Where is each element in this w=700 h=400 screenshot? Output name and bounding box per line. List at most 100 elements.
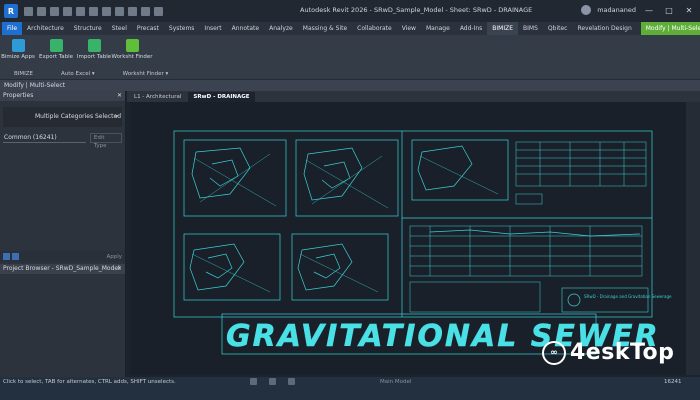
project-browser-header: Project Browser - SRwD_Sample_Model ✕ [0,264,125,274]
title-block [561,287,649,313]
edit-type-button[interactable]: Edit Type [89,133,122,149]
measure-icon[interactable] [89,6,98,16]
undo-icon[interactable] [50,6,59,16]
revit-logo-icon[interactable]: R [4,4,18,18]
minimize-icon[interactable]: — [642,4,656,16]
import-table-label: Import Table [76,54,112,60]
properties-title: Properties [3,92,34,99]
schedule-table-1 [515,141,647,187]
active-model[interactable]: Main Model [380,379,411,385]
properties-close-icon[interactable]: ✕ [117,91,122,101]
selection-count: 16241 [664,379,682,385]
tab-modify-multi-select[interactable]: Modify | Multi-Select [640,22,700,35]
sheet-drawing: SRwD - Drainage and Gravitation Sewerage… [173,130,672,355]
tab-structure[interactable]: Structure [69,22,107,35]
tab-file[interactable]: File [2,22,23,35]
tab-systems[interactable]: Systems [164,22,200,35]
profile-section [409,225,643,277]
import-table-button[interactable]: Import Table [76,39,112,60]
tab-collaborate[interactable]: Collaborate [352,22,397,35]
view-tab-l1-architectural[interactable]: L1 - Architectural [129,92,186,102]
bimize-apps-button[interactable]: Bimize Apps [1,39,35,60]
view-tabs: L1 - Architectural SRwD - DRAINAGE [127,91,700,102]
worksets-icon[interactable] [250,378,257,385]
tab-add-ins[interactable]: Add-Ins [455,22,487,35]
ribbon-tabs: File Architecture Structure Steel Precas… [0,22,700,35]
redo-icon[interactable] [63,6,72,16]
ribbon: Bimize Apps Export Table Import Table Wo… [0,35,700,80]
3d-view-icon[interactable] [115,6,124,16]
tab-manage[interactable]: Manage [421,22,455,35]
panel-worksht-finder[interactable]: Worksht Finder ▾ [109,71,183,77]
window-title: Autodesk Revit 2026 - SRwD_Sample_Model … [300,6,533,14]
tab-view[interactable]: View [397,22,421,35]
watermark-text: 4eskTop [570,340,675,365]
tab-insert[interactable]: Insert [199,22,226,35]
quick-access-toolbar [24,6,163,16]
type-selector-value: Multiple Categories Selected [35,113,121,120]
tab-precast[interactable]: Precast [132,22,164,35]
worksht-finder-label: Worksht Finder [111,54,153,60]
watermark: ∞ 4eskTop [542,340,674,365]
title-bar: R Autodesk Revit 2026 - SRwD_Sample_Mode… [0,0,700,22]
tab-massing-site[interactable]: Massing & Site [298,22,352,35]
properties-header: Properties ✕ [0,91,125,101]
worksht-finder-icon [125,39,139,52]
tab-bims[interactable]: BIMS [518,22,543,35]
maximize-icon[interactable]: □ [662,4,676,16]
status-hint: Click to select, TAB for alternates, CTR… [3,379,176,385]
plan-view-1 [183,139,287,217]
switch-windows-icon[interactable] [154,6,163,16]
tab-architecture[interactable]: Architecture [22,22,69,35]
open-icon[interactable] [24,6,33,16]
properties-help-icon[interactable] [3,253,10,260]
export-table-label: Export Table [39,54,73,60]
view-tab-srwd-drainage[interactable]: SRwD - DRAINAGE [188,91,255,102]
tab-annotate[interactable]: Annotate [227,22,264,35]
print-icon[interactable] [76,6,85,16]
worksht-finder-button[interactable]: Worksht Finder [111,39,153,60]
user-avatar[interactable] [581,5,592,15]
export-table-icon [49,39,63,52]
user-name[interactable]: madananed [597,6,636,14]
plan-view-5 [411,139,509,201]
options-bar: Modify | Multi-Select [0,80,700,91]
type-selector[interactable]: Multiple Categories Selected ▾ [3,107,122,127]
legend-box [515,193,543,205]
tab-analyze[interactable]: Analyze [264,22,298,35]
export-table-button[interactable]: Export Table [39,39,73,60]
company-logo-icon [567,293,581,307]
project-browser-title: Project Browser - SRwD_Sample_Model [3,265,120,272]
import-table-icon [87,39,101,52]
text-icon[interactable] [102,6,111,16]
vertical-scrollbar[interactable] [686,102,700,375]
panel-auto-excel[interactable]: Auto Excel ▾ [47,71,109,77]
apply-button[interactable]: Apply [106,254,122,260]
panel-bimize: BIMIZE [14,71,34,77]
save-icon[interactable] [37,6,46,16]
drawing-canvas[interactable]: SRwD - Drainage and Gravitation Sewerage… [130,102,686,375]
notes-box [409,281,541,313]
properties-filter-icon[interactable] [12,253,19,260]
plan-view-2 [295,139,399,217]
category-filter-select[interactable]: Common (16241) [3,133,86,143]
section-icon[interactable] [128,6,137,16]
tab-steel[interactable]: Steel [107,22,132,35]
status-bar: Click to select, TAB for alternates, CTR… [0,377,700,400]
plan-view-3 [183,233,281,301]
close-views-icon[interactable] [141,6,150,16]
chevron-down-icon: ▾ [114,113,118,120]
project-browser-close-icon[interactable]: ✕ [117,264,122,274]
left-panels: Properties ✕ Multiple Categories Selecte… [0,91,126,377]
tab-qbitec[interactable]: Qbitec [543,22,573,35]
editable-only-icon[interactable] [288,378,295,385]
tab-revelation-design[interactable]: Revelation Design [572,22,636,35]
plan-view-4 [291,233,389,301]
properties-grid [0,143,125,251]
bimize-apps-icon [11,39,25,52]
close-icon[interactable]: ✕ [682,4,696,16]
tab-bimize[interactable]: BIMIZE [487,22,519,35]
design-options-icon[interactable] [269,378,276,385]
watermark-logo-icon: ∞ [542,340,566,365]
bimize-apps-label: Bimize Apps [1,54,35,60]
